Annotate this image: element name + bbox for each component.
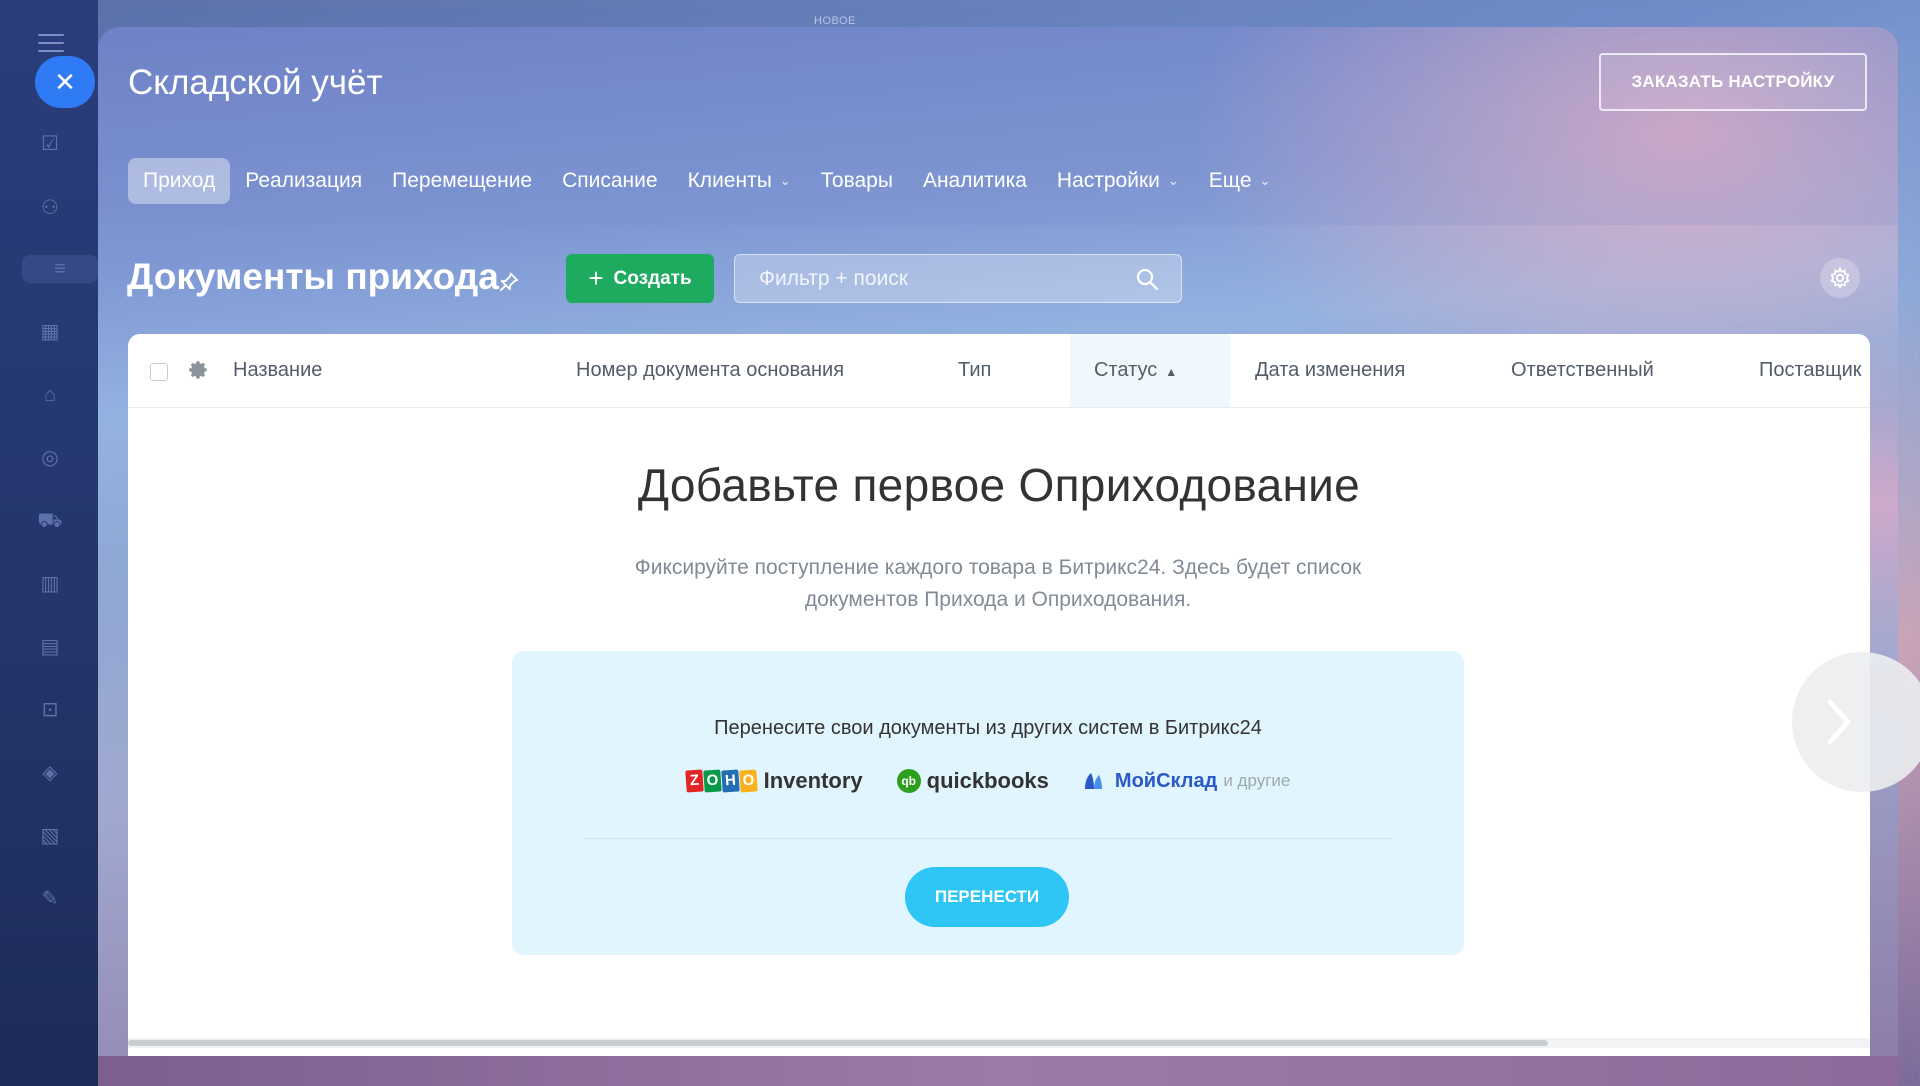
tab-tovary[interactable]: Товары xyxy=(806,158,908,204)
horizontal-scrollbar[interactable] xyxy=(128,1040,1548,1046)
people-icon[interactable]: ⚇ xyxy=(36,194,64,222)
documents-grid: Название Номер документа основания Тип С… xyxy=(128,334,1870,1056)
chevron-down-icon: ⌄ xyxy=(1259,173,1271,188)
migration-block: Перенесите свои документы из других сист… xyxy=(512,651,1464,955)
empty-desc-line: документов Прихода и Оприходования. xyxy=(804,588,1192,611)
search-icon[interactable] xyxy=(1135,267,1159,291)
quickbooks-icon: qb xyxy=(896,769,921,793)
tab-more[interactable]: Еще ⌄ xyxy=(1194,158,1286,204)
tab-prihod[interactable]: Приход xyxy=(128,158,231,204)
zoho-inventory-logo: Z O H O Inventory xyxy=(684,768,863,794)
column-settings-gear-icon[interactable] xyxy=(188,360,210,382)
pen-icon[interactable]: ✎ xyxy=(36,885,64,913)
plus-icon: + xyxy=(588,262,604,293)
quickbooks-logo: qb quickbooks xyxy=(896,768,1049,794)
chart-icon[interactable]: ▥ xyxy=(36,570,64,598)
column-type[interactable]: Тип xyxy=(958,334,991,407)
box-icon[interactable]: ◈ xyxy=(36,759,64,787)
tab-peremeshchenie[interactable]: Перемещение xyxy=(377,158,547,204)
zoho-inventory-label: Inventory xyxy=(763,768,863,793)
slider-panel: Складской учёт ЗАКАЗАТЬ НАСТРОЙКУ Приход… xyxy=(98,27,1898,1086)
warehouse-icon[interactable]: ⌂ xyxy=(36,381,64,409)
zoho-letter: O xyxy=(738,769,758,793)
gear-icon xyxy=(1830,267,1850,289)
transfer-button[interactable]: ПЕРЕНЕСТИ xyxy=(905,867,1069,927)
page-title: Документы прихода xyxy=(127,256,499,297)
tab-realizaciya[interactable]: Реализация xyxy=(230,158,377,204)
select-all-checkbox[interactable] xyxy=(150,363,168,381)
column-status[interactable]: Статус ▲ xyxy=(1070,334,1230,407)
funnel-icon[interactable]: ≡ xyxy=(22,255,98,283)
migration-logos: Z O H O Inventory qb quickbooks МойСклад… xyxy=(512,761,1464,801)
target-icon[interactable]: ◎ xyxy=(36,444,64,472)
zoho-letter: O xyxy=(702,769,722,793)
order-setup-button[interactable]: ЗАКАЗАТЬ НАСТРОЙКУ xyxy=(1599,53,1867,111)
moysklad-label: МойСклад xyxy=(1114,769,1218,792)
main-tabs: Приход Реализация Перемещение Списание К… xyxy=(128,157,1285,205)
top-label: НОВОЕ xyxy=(814,15,856,27)
tab-klienty[interactable]: Клиенты ⌄ xyxy=(673,158,806,204)
column-supplier[interactable]: Поставщик xyxy=(1759,334,1862,407)
close-icon: ✕ xyxy=(54,66,76,97)
tab-spisanie[interactable]: Списание xyxy=(547,158,672,204)
tab-label: Еще xyxy=(1208,169,1252,192)
create-label: Создать xyxy=(613,267,692,289)
column-responsible[interactable]: Ответственный xyxy=(1511,334,1654,407)
tab-label: Списание xyxy=(562,169,658,192)
moysklad-icon xyxy=(1084,773,1102,789)
calendar-icon[interactable]: ▦ xyxy=(36,318,64,346)
migration-divider xyxy=(584,838,1392,839)
empty-desc-line: Фиксируйте поступление каждого товара в … xyxy=(634,556,1362,579)
tab-label: Перемещение xyxy=(392,169,533,192)
empty-state-title: Добавьте первое Оприходование xyxy=(637,459,1361,511)
search-input[interactable] xyxy=(735,255,1151,303)
zoho-letter: Z xyxy=(684,769,704,793)
zoho-logo-icon: Z O H O xyxy=(684,769,758,793)
tab-label: Товары xyxy=(820,169,893,192)
quickbooks-label: quickbooks xyxy=(926,768,1049,793)
zoho-letter: H xyxy=(720,769,740,793)
chevron-down-icon: ⌄ xyxy=(1167,173,1179,188)
document-icon[interactable]: ▧ xyxy=(36,822,64,850)
list-settings-button[interactable] xyxy=(1820,258,1860,298)
cart-icon[interactable]: ⛟ xyxy=(36,507,64,535)
column-status-label: Статус xyxy=(1094,359,1158,381)
empty-state-description: Фиксируйте поступление каждого товара в … xyxy=(568,552,1428,616)
tab-label: Приход xyxy=(143,169,216,192)
column-modified-date[interactable]: Дата изменения xyxy=(1255,334,1405,407)
robot-icon[interactable]: ⊡ xyxy=(36,696,64,724)
next-slide-button[interactable] xyxy=(1792,652,1920,792)
tab-label: Аналитика xyxy=(922,169,1027,192)
filter-search[interactable] xyxy=(734,254,1182,303)
close-slider-button[interactable]: ✕ xyxy=(35,56,95,108)
tab-label: Клиенты xyxy=(687,169,772,192)
chevron-right-icon xyxy=(1827,699,1851,745)
chevron-down-icon: ⌄ xyxy=(779,173,791,188)
sort-ascending-icon: ▲ xyxy=(1165,365,1178,379)
hamburger-icon[interactable] xyxy=(38,34,64,52)
background-strip xyxy=(98,1056,1898,1086)
tab-analitika[interactable]: Аналитика xyxy=(908,158,1042,204)
tab-label: Настройки xyxy=(1056,169,1160,192)
pin-icon[interactable] xyxy=(498,271,520,293)
others-label: и другие xyxy=(1223,771,1291,790)
tab-label: Реализация xyxy=(245,169,363,192)
id-card-icon[interactable]: ▤ xyxy=(36,633,64,661)
grid-header: Название Номер документа основания Тип С… xyxy=(128,334,1870,408)
tab-nastroyki[interactable]: Настройки ⌄ xyxy=(1042,158,1194,204)
column-name[interactable]: Название xyxy=(233,334,322,407)
column-base-doc-number[interactable]: Номер документа основания xyxy=(576,334,844,407)
background-sidebar: ☑ ⚇ ≡ ▦ ⌂ ◎ ⛟ ▥ ▤ ⊡ ◈ ▧ ✎ xyxy=(0,0,98,1086)
checkbox-icon[interactable]: ☑ xyxy=(36,130,64,158)
migration-title: Перенесите свои документы из других сист… xyxy=(714,717,1262,739)
moysklad-logo: МойСклад и другие xyxy=(1083,770,1290,793)
create-button[interactable]: + Создать xyxy=(566,254,714,303)
app-title: Складской учёт xyxy=(128,63,383,102)
